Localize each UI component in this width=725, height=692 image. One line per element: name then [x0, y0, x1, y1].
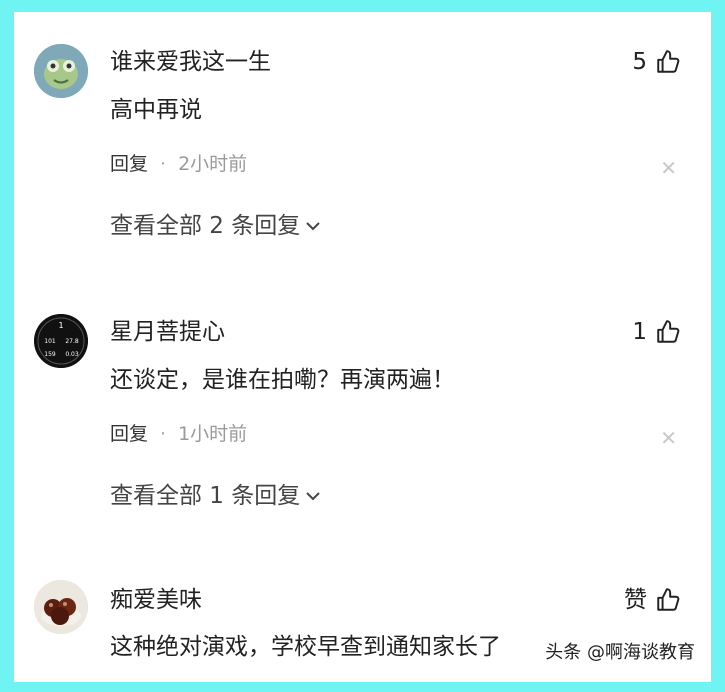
thumbs-up-icon: [657, 588, 680, 611]
view-replies-label: 查看全部 2 条回复: [110, 213, 301, 239]
comment-text: 还谈定，是谁在拍嘞？再演两遍！: [110, 367, 455, 393]
reply-button[interactable]: 回复: [110, 422, 148, 446]
avatar-image: 1 101 27.8 159 0.03: [34, 314, 88, 368]
watermark: 头条 @啊海谈教育: [545, 642, 695, 663]
timestamp: 1小时前: [178, 423, 248, 445]
thumbs-up-icon: [657, 50, 680, 73]
watch-bottom-left: 159: [44, 351, 56, 358]
watch-top: 1: [58, 321, 63, 330]
watch-bottom-right: 0.03: [65, 351, 79, 358]
chevron-down-icon: [306, 492, 320, 501]
view-replies-label: 查看全部 1 条回复: [110, 483, 301, 509]
username[interactable]: 星月菩提心: [110, 318, 225, 346]
close-icon[interactable]: ✕: [660, 428, 677, 448]
avatar[interactable]: 1 101 27.8 159 0.03: [34, 314, 88, 368]
separator-dot: ·: [160, 153, 167, 175]
comments-panel: 谁来爱我这一生 5 高中再说 回复 · 2小时前 ✕ 查看全部 2 条回复 1 …: [14, 12, 711, 682]
watch-mid-right: 27.8: [65, 338, 79, 345]
avatar[interactable]: [34, 44, 88, 98]
reply-button[interactable]: 回复: [110, 152, 148, 176]
separator-dot: ·: [160, 423, 167, 445]
view-replies-button[interactable]: 查看全部 1 条回复: [110, 482, 322, 510]
username[interactable]: 谁来爱我这一生: [110, 48, 271, 76]
username[interactable]: 痴爱美味: [110, 586, 202, 614]
like-button[interactable]: 赞: [624, 586, 681, 614]
comment-meta: 回复 · 1小时前: [110, 422, 247, 446]
comment-text: 高中再说: [110, 97, 202, 123]
like-button[interactable]: 5: [632, 48, 681, 76]
avatar-image: [34, 44, 88, 98]
like-count: 赞: [624, 587, 647, 613]
view-replies-button[interactable]: 查看全部 2 条回复: [110, 212, 322, 240]
close-icon[interactable]: ✕: [660, 158, 677, 178]
comment-meta: 回复 · 2小时前: [110, 152, 247, 176]
comment-item: 谁来爱我这一生 5 高中再说 回复 · 2小时前 ✕ 查看全部 2 条回复: [14, 12, 711, 262]
thumbs-up-icon: [657, 320, 680, 343]
like-count: 5: [632, 49, 647, 75]
avatar[interactable]: [34, 580, 88, 634]
comment-item: 1 101 27.8 159 0.03 星月菩提心 1 还谈定，是谁在拍嘞？再演…: [14, 282, 711, 532]
comment-text: 这种绝对演戏，学校早查到通知家长了: [110, 634, 501, 660]
chevron-down-icon: [306, 222, 320, 231]
timestamp: 2小时前: [178, 153, 248, 175]
like-count: 1: [632, 319, 647, 345]
watch-mid-left: 101: [44, 338, 56, 345]
avatar-image: [34, 580, 88, 634]
like-button[interactable]: 1: [632, 318, 681, 346]
